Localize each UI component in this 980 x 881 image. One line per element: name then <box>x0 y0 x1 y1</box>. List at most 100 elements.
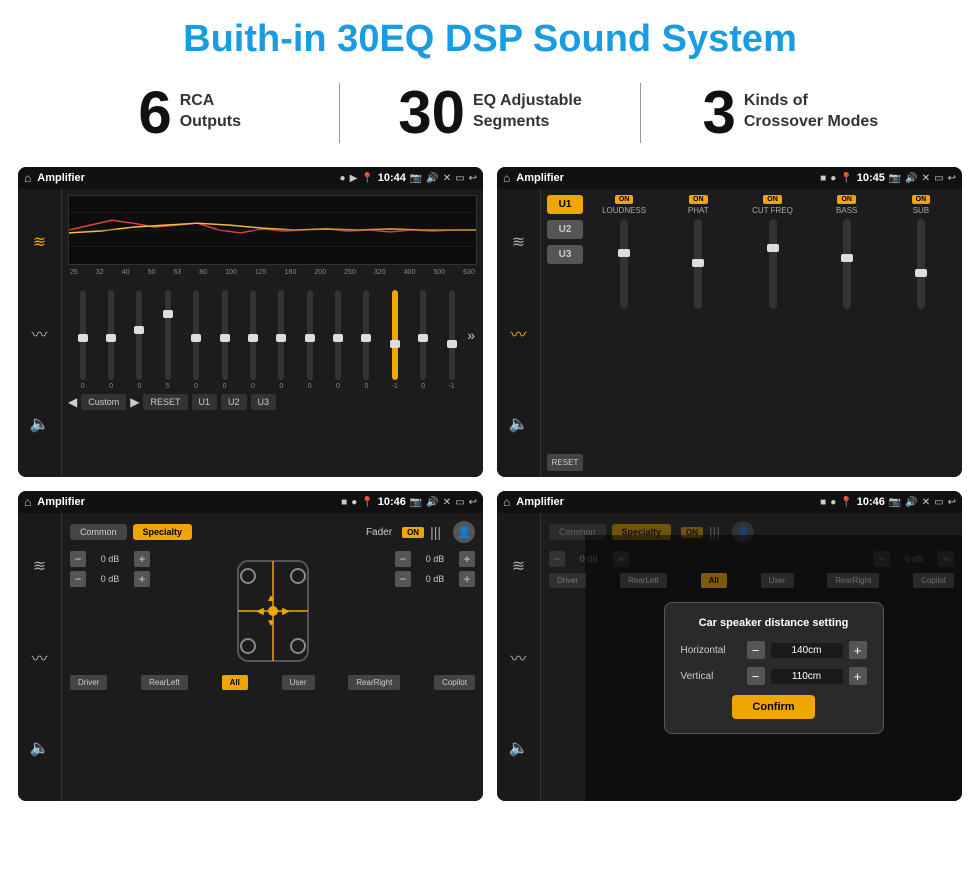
svg-text:▼: ▼ <box>266 618 276 629</box>
back-icon-3[interactable]: ↩ <box>469 497 477 508</box>
vol-icon-1: 🔊 <box>426 173 438 184</box>
fader-text-3: Fader <box>366 527 392 538</box>
u2-btn-1[interactable]: U2 <box>221 394 247 410</box>
vertical-minus[interactable]: − <box>747 667 765 685</box>
user-btn-3[interactable]: User <box>282 675 315 690</box>
fader-bottom-bar: Driver RearLeft All User RearRight Copil… <box>70 675 475 690</box>
specialty-tab-3[interactable]: Specialty <box>133 524 193 540</box>
eq-slider-7[interactable]: 0 <box>240 290 265 390</box>
driver-btn-4[interactable]: Driver <box>549 573 586 588</box>
horizontal-plus[interactable]: + <box>849 641 867 659</box>
camera-icon-4: 📷 <box>889 497 901 508</box>
freq-500: 500 <box>433 269 445 276</box>
custom-btn[interactable]: Custom <box>81 394 126 410</box>
all-btn-4[interactable]: All <box>701 573 727 588</box>
back-icon-1[interactable]: ↩ <box>469 173 477 184</box>
left-sidebar-3: ≋ 〰 🔈 <box>18 513 62 801</box>
eq-graph <box>68 195 477 265</box>
speaker-icon-2[interactable]: 🔈 <box>509 414 529 434</box>
eq-slider-5[interactable]: 0 <box>184 290 209 390</box>
db-minus-fr[interactable]: − <box>395 551 411 567</box>
u1-btn-2[interactable]: U1 <box>547 195 583 214</box>
speaker-icon-1[interactable]: 🔈 <box>30 414 50 434</box>
back-icon-2[interactable]: ↩ <box>948 173 956 184</box>
back-icon-4[interactable]: ↩ <box>948 497 956 508</box>
u2-btn-2[interactable]: U2 <box>547 220 583 239</box>
vol-icon-2: 🔊 <box>905 173 917 184</box>
db-plus-fr[interactable]: + <box>459 551 475 567</box>
left-sidebar-2: ≋ 〰 🔈 <box>497 189 541 477</box>
db-row-3: − 0 dB + <box>395 551 475 567</box>
driver-btn-3[interactable]: Driver <box>70 675 107 690</box>
eq-icon-2[interactable]: ≋ <box>512 232 525 252</box>
expand-icon-1[interactable]: » <box>467 327 475 343</box>
reset-btn-1[interactable]: RESET <box>143 394 187 410</box>
eq-slider-2[interactable]: 0 <box>98 290 123 390</box>
rearright-btn-4[interactable]: RearRight <box>827 573 879 588</box>
copilot-btn-3[interactable]: Copilot <box>434 675 475 690</box>
eq-slider-8[interactable]: 0 <box>269 290 294 390</box>
x-icon-4: ✕ <box>922 497 930 508</box>
eq-slider-3[interactable]: 0 <box>127 290 152 390</box>
copilot-btn-4[interactable]: Copilot <box>913 573 954 588</box>
horizontal-minus[interactable]: − <box>747 641 765 659</box>
db-plus-fl[interactable]: + <box>134 551 150 567</box>
db-minus-fl[interactable]: − <box>70 551 86 567</box>
eq-slider-9[interactable]: 0 <box>297 290 322 390</box>
eq-slider-11[interactable]: 0 <box>354 290 379 390</box>
user-btn-4[interactable]: User <box>761 573 794 588</box>
freq-320: 320 <box>374 269 386 276</box>
eq-slider-14[interactable]: -1 <box>439 290 464 390</box>
common-tab-3[interactable]: Common <box>70 524 127 540</box>
eq-icon-3[interactable]: ≋ <box>33 556 46 576</box>
rect-icon-1: ▭ <box>455 173 464 184</box>
screen3-title: Amplifier <box>37 496 335 508</box>
reset-btn-2[interactable]: RESET <box>547 454 583 471</box>
all-btn-3[interactable]: All <box>222 675 248 690</box>
u3-btn-1[interactable]: U3 <box>251 394 277 410</box>
wave-icon-1[interactable]: 〰 <box>31 321 47 345</box>
svg-text:▶: ▶ <box>282 606 290 617</box>
rearleft-btn-4[interactable]: RearLeft <box>620 573 667 588</box>
db-minus-rr[interactable]: − <box>395 571 411 587</box>
db-plus-rl[interactable]: + <box>134 571 150 587</box>
stat-item-crossover: 3 Kinds ofCrossover Modes <box>661 83 920 143</box>
vertical-plus[interactable]: + <box>849 667 867 685</box>
wave-icon-3[interactable]: 〰 <box>31 645 47 669</box>
wave-icon-4[interactable]: 〰 <box>510 645 526 669</box>
eq-slider-6[interactable]: 0 <box>212 290 237 390</box>
channel-sub: ON SUB <box>886 195 956 471</box>
u3-btn-2[interactable]: U3 <box>547 245 583 264</box>
db-value-rr: 0 dB <box>415 574 455 584</box>
speaker-icon-4[interactable]: 🔈 <box>509 738 529 758</box>
stat-text-crossover: Kinds ofCrossover Modes <box>744 83 878 133</box>
home-icon-3[interactable]: ⌂ <box>24 495 31 509</box>
next-arrow-1[interactable]: ▶ <box>130 395 139 409</box>
status-icons-1: ● ▶ 📍 10:44 📷 🔊 ✕ ▭ ↩ <box>340 172 477 184</box>
eq-slider-10[interactable]: 0 <box>325 290 350 390</box>
eq-slider-12[interactable]: -1 <box>382 290 407 390</box>
left-sidebar-4: ≋ 〰 🔈 <box>497 513 541 801</box>
eq-icon-4[interactable]: ≋ <box>512 556 525 576</box>
home-icon-2[interactable]: ⌂ <box>503 171 510 185</box>
car-svg: ▲ ▼ ◀ ▶ <box>228 551 318 671</box>
freq-400: 400 <box>404 269 416 276</box>
left-sidebar-1: ≋ 〰 🔈 <box>18 189 62 477</box>
home-icon-1[interactable]: ⌂ <box>24 171 31 185</box>
wave-icon-2[interactable]: 〰 <box>510 321 526 345</box>
home-icon-4[interactable]: ⌂ <box>503 495 510 509</box>
eq-slider-1[interactable]: 0 <box>70 290 95 390</box>
db-plus-rr[interactable]: + <box>459 571 475 587</box>
loudness-label: LOUDNESS <box>602 206 646 215</box>
status-icons-2: ■ ● 📍 10:45 📷 🔊 ✕ ▭ ↩ <box>820 172 956 184</box>
u1-btn-1[interactable]: U1 <box>192 394 218 410</box>
rearleft-btn-3[interactable]: RearLeft <box>141 675 188 690</box>
eq-slider-4[interactable]: 5 <box>155 290 180 390</box>
db-minus-rl[interactable]: − <box>70 571 86 587</box>
eq-icon-1[interactable]: ≋ <box>33 232 46 252</box>
speaker-icon-3[interactable]: 🔈 <box>30 738 50 758</box>
confirm-button[interactable]: Confirm <box>732 695 814 719</box>
rearright-btn-3[interactable]: RearRight <box>348 675 400 690</box>
eq-slider-13[interactable]: 0 <box>411 290 436 390</box>
prev-arrow-1[interactable]: ◀ <box>68 395 77 409</box>
